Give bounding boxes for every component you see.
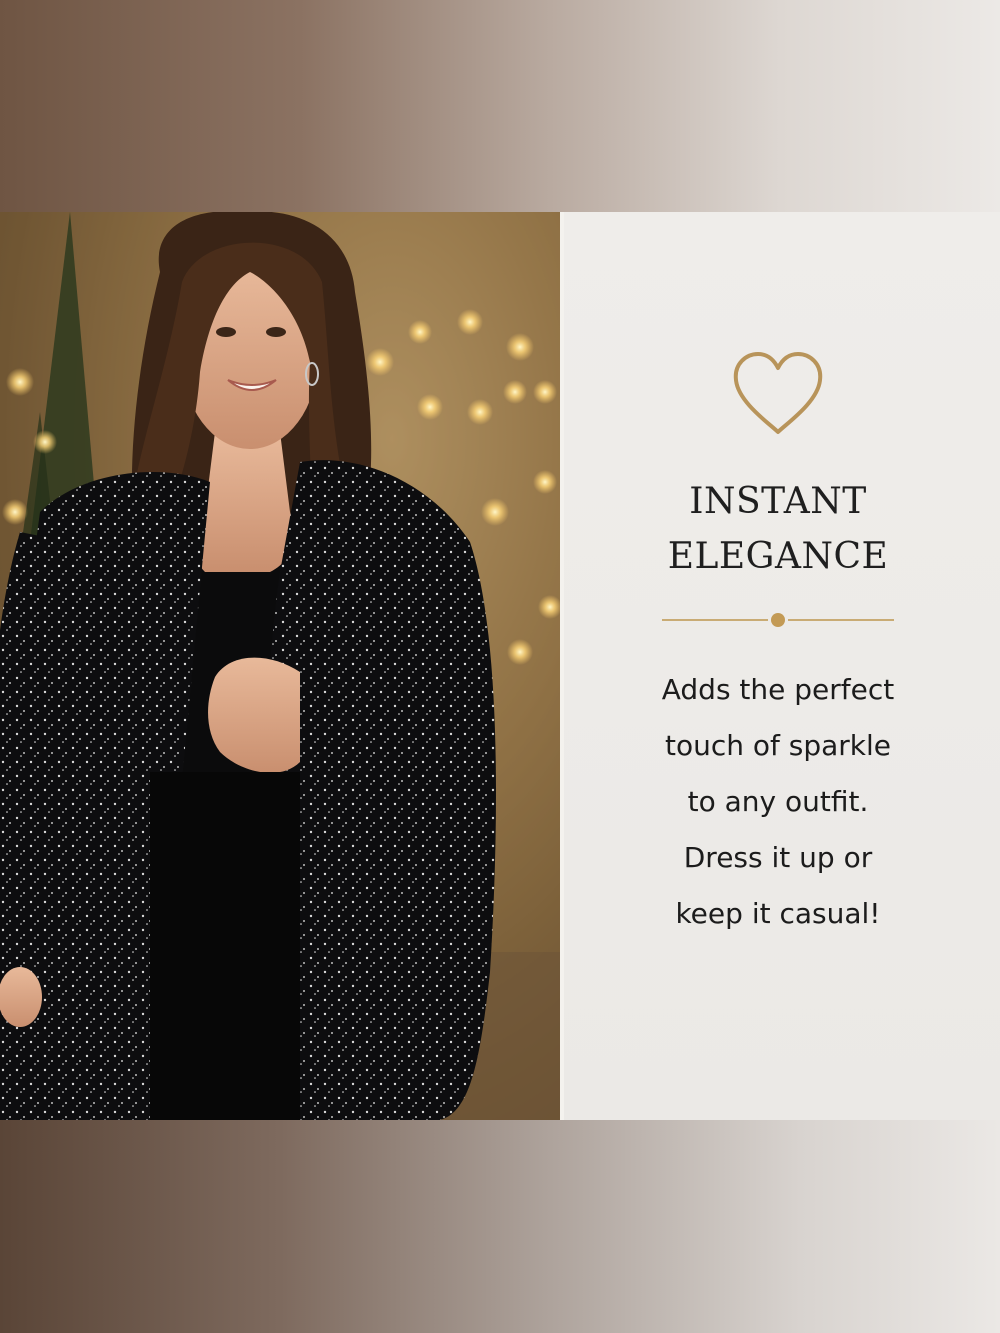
heart-outline-icon	[733, 352, 823, 434]
description-line-5: keep it casual!	[675, 897, 881, 930]
feature-headline: INSTANT ELEGANCE	[564, 474, 992, 584]
description-line-1: Adds the perfect	[661, 673, 895, 706]
description-line-2: touch of sparkle	[664, 729, 892, 762]
top-gradient-band	[0, 0, 1000, 212]
gold-divider-ornament	[662, 613, 894, 627]
bottom-gradient-band	[0, 1120, 1000, 1333]
feature-description: Adds the perfect touch of sparkle to any…	[564, 662, 992, 942]
description-line-4: Dress it up or	[683, 841, 873, 874]
description-line-3: to any outfit.	[687, 785, 869, 818]
headline-line-1: INSTANT	[689, 481, 867, 522]
product-photo-illustration	[0, 212, 560, 1120]
headline-line-2: ELEGANCE	[667, 536, 889, 577]
product-photo	[0, 212, 560, 1120]
feature-panel: INSTANT ELEGANCE Adds the perfect touch …	[564, 212, 1000, 1120]
